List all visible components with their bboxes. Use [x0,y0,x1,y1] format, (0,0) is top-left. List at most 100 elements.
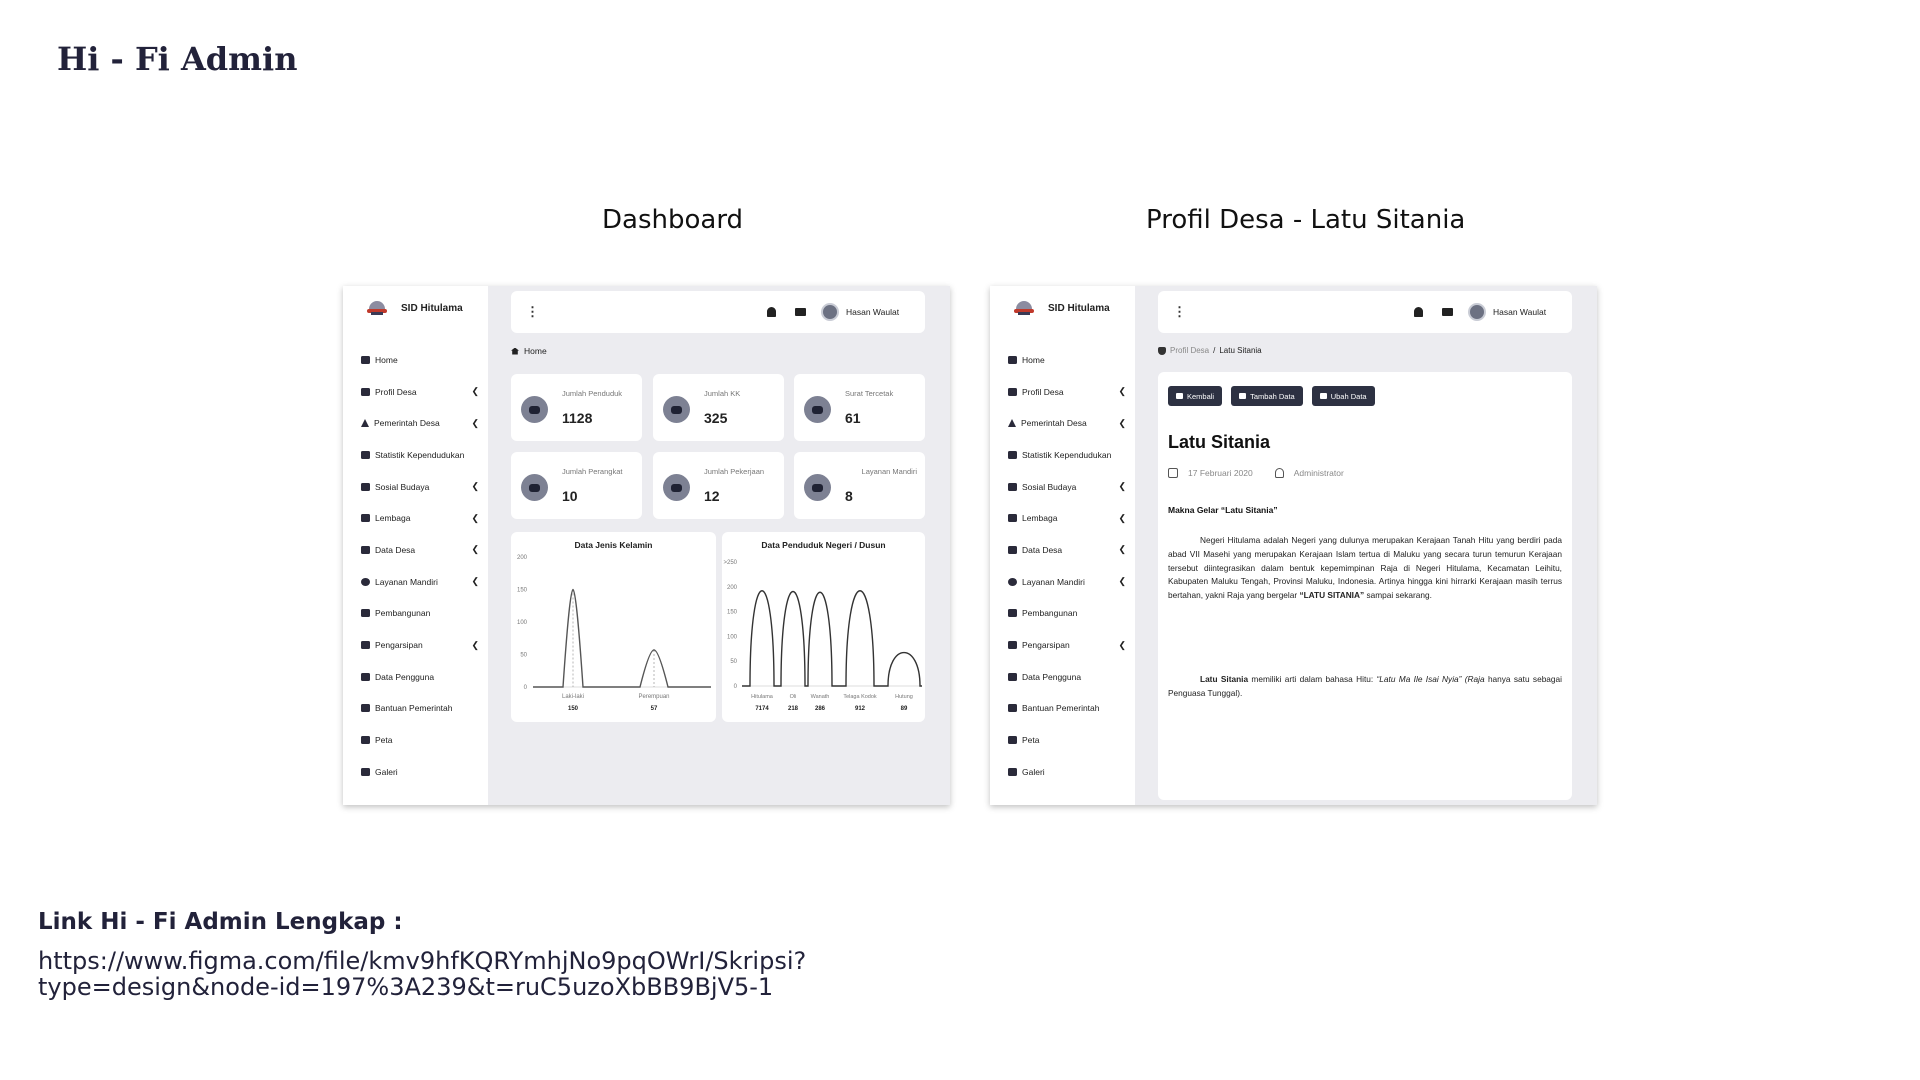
figma-link[interactable]: https://www.figma.com/file/kmv9hfKQRYmhj… [38,948,898,1000]
service-icon [361,577,370,586]
sidebar-item-galeri[interactable]: Galeri [361,756,479,788]
data-label: 57 [651,706,658,712]
bell-icon[interactable] [767,307,776,317]
shield-icon [1008,387,1017,396]
map-icon [1008,736,1017,745]
chevron-left-icon: ❮ [471,544,479,555]
user-icon [1274,468,1284,478]
logo-icon [367,300,387,316]
sidebar-item-peta[interactable]: Peta [361,724,479,756]
sidebar-item-lembaga[interactable]: Lembaga ❮ [1008,502,1126,534]
sidebar-item-profil-desa[interactable]: Profil Desa ❮ [1008,376,1126,408]
sidebar-item-data-pengguna[interactable]: Data Pengguna [361,661,479,693]
sidebar-item-statistik-kependudukan[interactable]: Statistik Kependudukan [361,439,479,471]
sidebar-item-label: Pemerintah Desa [374,418,440,429]
building-icon [361,609,370,618]
sidebar-item-home[interactable]: Home [1008,344,1126,376]
user-name[interactable]: Hasan Waulat [1493,307,1546,317]
article-date: 17 Februari 2020 [1188,468,1253,478]
sidebar-item-statistik-kependudukan[interactable]: Statistik Kependudukan [1008,439,1126,471]
mail-icon[interactable] [1442,308,1453,316]
sidebar-item-label: Data Desa [375,544,416,555]
paragraph-2-bold: Latu Sitania [1200,674,1249,684]
figma-link-line-2[interactable]: type=design&node-id=197%3A239&t=ruC5uzoX… [38,974,898,1000]
stat-value: 1128 [562,410,593,426]
sidebar-item-sosial-budaya[interactable]: Sosial Budaya ❮ [361,471,479,503]
sidebar-item-home[interactable]: Home [361,344,479,376]
topbar: ⋮ Hasan Waulat [511,291,925,333]
stat-card-jumlah-pekerjaan[interactable]: Jumlah Pekerjaan 12 [653,452,784,519]
warning-icon [1008,419,1016,428]
brand-name: SID Hitulama [401,302,463,314]
users-icon [521,474,548,501]
sidebar-item-data-pengguna[interactable]: Data Pengguna [1008,661,1126,693]
breadcrumb-profil-desa[interactable]: Profil Desa [1170,346,1209,355]
stat-value: 61 [845,410,861,426]
stat-value: 8 [845,488,853,504]
stat-card-jumlah-kk[interactable]: Jumlah KK 325 [653,374,784,441]
chevron-left-icon: ❮ [471,386,479,397]
archive-icon [361,641,370,650]
sidebar-item-pembangunan[interactable]: Pembangunan [1008,598,1126,630]
sync-icon [361,482,370,491]
mail-icon[interactable] [795,308,806,316]
chevron-left-icon: ❮ [1118,417,1126,428]
sidebar-item-pemerintah-desa[interactable]: Pemerintah Desa ❮ [1008,407,1126,439]
sidebar-item-data-desa[interactable]: Data Desa ❮ [361,534,479,566]
x-tick-label: Hutung [895,694,913,700]
sidebar-item-label: Home [375,354,398,365]
stat-card-jumlah-perangkat[interactable]: Jumlah Perangkat 10 [511,452,642,519]
sidebar-item-peta[interactable]: Peta [1008,724,1126,756]
stat-card-surat-tercetak[interactable]: Surat Tercetak 61 [794,374,925,441]
profil-desa-screen: SID Hitulama Home Profil Desa ❮ Pemerintah … [990,286,1597,805]
sidebar-item-pengarsipan[interactable]: Pengarsipan ❮ [361,629,479,661]
link-title: Link Hi - Fi Admin Lengkap : [38,909,403,935]
y-tick-label: 100 [517,620,528,626]
y-tick-label: 150 [727,610,738,616]
brand[interactable]: SID Hitulama [367,300,463,316]
avatar[interactable] [1468,303,1486,321]
sidebar-item-label: Pembangunan [375,608,431,619]
stat-card-layanan-mandiri[interactable]: Layanan Mandiri 8 [794,452,925,519]
sidebar-item-label: Layanan Mandiri [1022,576,1085,587]
x-tick-label: Telaga Kodok [843,694,877,700]
brand[interactable]: SID Hitulama [1014,300,1110,316]
user-name[interactable]: Hasan Waulat [846,307,899,317]
sidebar-item-layanan-mandiri[interactable]: Layanan Mandiri ❮ [361,566,479,598]
kebab-menu-icon[interactable]: ⋮ [526,305,539,318]
sidebar: SID Hitulama Home Profil Desa ❮ Pemerintah … [343,286,488,805]
y-tick-label: >250 [723,560,737,566]
breadcrumb-home[interactable]: Home [524,346,547,356]
back-button[interactable]: Kembali [1168,386,1223,406]
sidebar-item-pemerintah-desa[interactable]: Pemerintah Desa ❮ [361,407,479,439]
edit-data-button[interactable]: Ubah Data [1311,386,1375,406]
sidebar-item-bantuan-pemerintah[interactable]: Bantuan Pemerintah [1008,693,1126,725]
chart-icon [361,450,370,459]
sidebar-item-label: Home [1022,354,1045,365]
sidebar-item-profil-desa[interactable]: Profil Desa ❮ [361,376,479,408]
sidebar-item-bantuan-pemerintah[interactable]: Bantuan Pemerintah [361,693,479,725]
add-data-button[interactable]: Tambah Data [1231,386,1303,406]
series-line [533,588,711,688]
sidebar-item-sosial-budaya[interactable]: Sosial Budaya ❮ [1008,471,1126,503]
figma-link-line-1[interactable]: https://www.figma.com/file/kmv9hfKQRYmhj… [38,948,898,974]
sidebar-item-layanan-mandiri[interactable]: Layanan Mandiri ❮ [1008,566,1126,598]
sidebar-item-galeri[interactable]: Galeri [1008,756,1126,788]
paragraph-2-italic: “Latu Ma Ile Isai Nyia” (Raja [1376,674,1485,684]
stat-card-jumlah-penduduk[interactable]: Jumlah Penduduk 1128 [511,374,642,441]
bell-icon[interactable] [1414,307,1423,317]
y-tick-label: 200 [517,555,528,561]
sidebar-item-lembaga[interactable]: Lembaga ❮ [361,502,479,534]
kebab-menu-icon[interactable]: ⋮ [1173,305,1186,318]
avatar[interactable] [821,303,839,321]
chart-penduduk-dusun-plot: 0 50 100 150 200 >250 Hitulama 7174 Oli 218 Wanath… [723,560,922,712]
data-label: 912 [855,706,866,712]
article-meta: 17 Februari 2020 Administrator [1168,468,1344,478]
sidebar: SID Hitulama Home Profil Desa ❮ Pemerintah … [990,286,1135,805]
sidebar-item-pengarsipan[interactable]: Pengarsipan ❮ [1008,629,1126,661]
sidebar-item-pembangunan[interactable]: Pembangunan [361,598,479,630]
chevron-left-icon: ❮ [471,481,479,492]
data-label: 218 [788,706,799,712]
sidebar-item-data-desa[interactable]: Data Desa ❮ [1008,534,1126,566]
sidebar-item-label: Data Pengguna [1022,671,1082,682]
